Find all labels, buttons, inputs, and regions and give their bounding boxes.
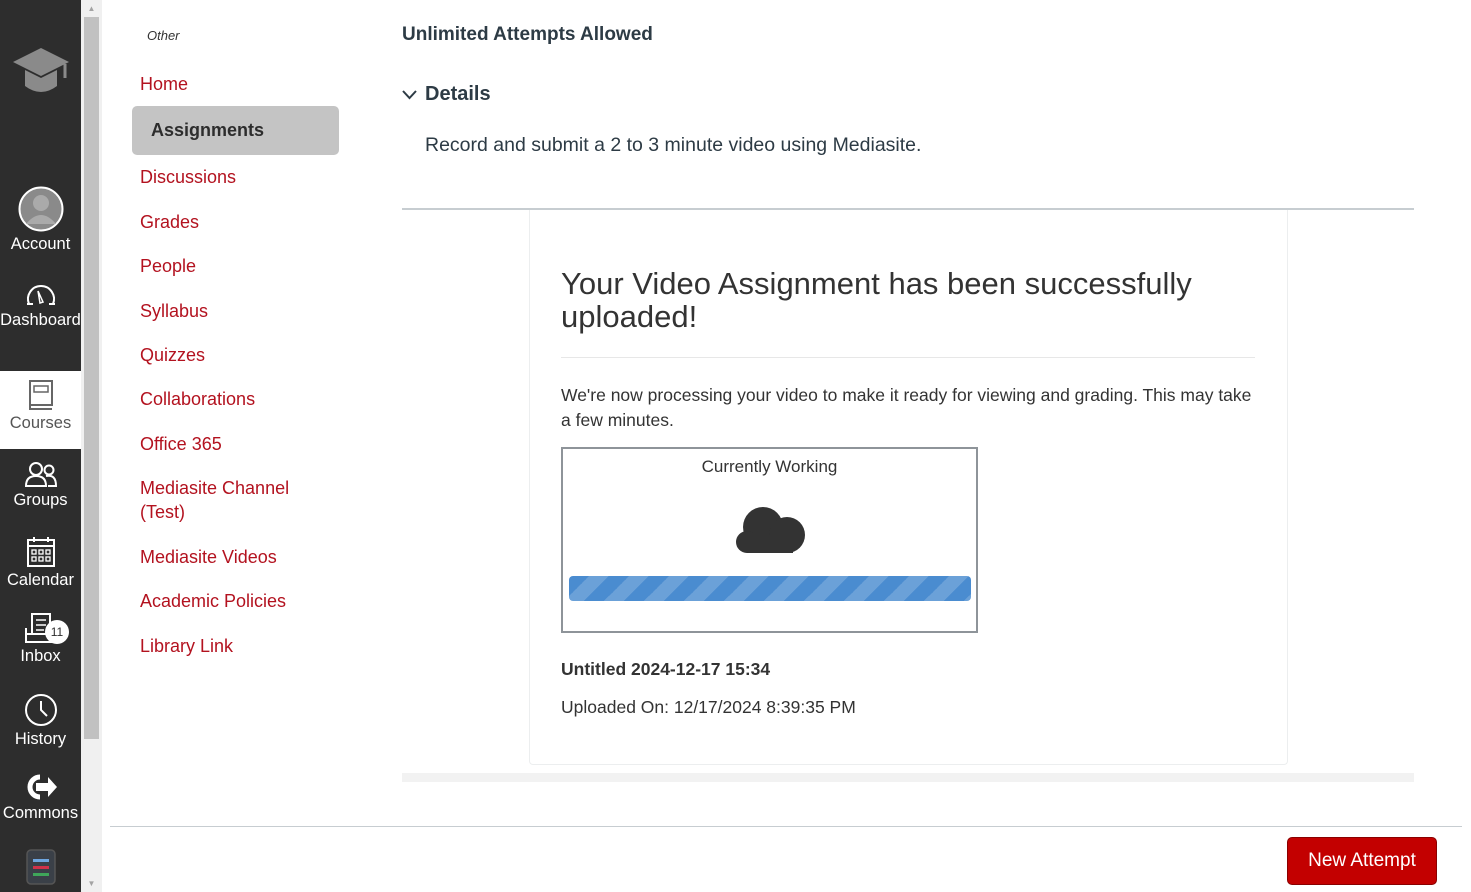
new-attempt-button[interactable]: New Attempt xyxy=(1287,837,1437,885)
gnav-dashboard[interactable]: Dashboard xyxy=(0,280,81,370)
gnav-groups[interactable]: Groups xyxy=(0,460,81,530)
book-icon xyxy=(28,380,53,410)
course-nav-syllabus[interactable]: Syllabus xyxy=(140,299,208,323)
gnav-history[interactable]: History xyxy=(0,693,81,763)
upload-progress-bar xyxy=(569,576,971,601)
calendar-icon xyxy=(26,537,55,567)
clock-icon xyxy=(24,694,57,726)
speedometer-icon xyxy=(26,285,55,305)
course-nav-mediasite-videos[interactable]: Mediasite Videos xyxy=(140,545,277,569)
app-menu-icon xyxy=(25,849,56,885)
cloud-icon xyxy=(736,507,805,553)
scroll-thumb[interactable] xyxy=(84,17,99,739)
gnav-label: Commons xyxy=(2,804,79,822)
gnav-label: Inbox xyxy=(20,647,61,665)
course-nav-people[interactable]: People xyxy=(140,254,196,278)
gnav-label: Account xyxy=(10,235,71,253)
divider xyxy=(561,357,1255,358)
gnav-label: Dashboard xyxy=(0,311,81,329)
uploaded-on-timestamp: Uploaded On: 12/17/2024 8:39:35 PM xyxy=(561,697,856,717)
course-nav-home[interactable]: Home xyxy=(140,72,188,96)
course-nav-quizzes[interactable]: Quizzes xyxy=(140,343,205,367)
status-box: Currently Working xyxy=(561,447,978,633)
video-title: Untitled 2024-12-17 15:34 xyxy=(561,659,771,679)
gnav-commons[interactable]: Commons xyxy=(0,773,81,843)
details-toggle[interactable]: Details xyxy=(402,83,491,106)
logo[interactable] xyxy=(0,40,81,110)
course-nav-collaborations[interactable]: Collaborations xyxy=(140,387,255,411)
course-nav-office-365[interactable]: Office 365 xyxy=(140,432,222,456)
gnav-label: Calendar xyxy=(7,571,74,589)
inbox-badge: 11 xyxy=(45,620,69,644)
content-bottom-bar xyxy=(402,773,1414,782)
gnav-label: Courses xyxy=(9,414,72,432)
graduation-cap-icon xyxy=(12,48,69,92)
course-nav-mediasite-channel[interactable]: Mediasite Channel (Test) xyxy=(140,476,310,524)
chevron-down-icon xyxy=(402,89,417,99)
commons-icon xyxy=(27,774,57,800)
processing-description: We're now processing your video to make … xyxy=(561,385,1252,430)
gnav-inbox[interactable]: 11 Inbox xyxy=(0,612,81,682)
gnav-app-menu[interactable] xyxy=(0,849,81,889)
details-text: Record and submit a 2 to 3 minute video … xyxy=(425,134,922,156)
scroll-down-arrow-icon[interactable]: ▼ xyxy=(81,875,102,892)
course-nav-discussions[interactable]: Discussions xyxy=(140,165,236,189)
page-scrollbar[interactable]: ▲ ▼ xyxy=(81,0,102,892)
gnav-label: History xyxy=(14,730,67,748)
course-nav-library-link[interactable]: Library Link xyxy=(140,634,233,658)
course-nav-grades[interactable]: Grades xyxy=(140,210,199,234)
gnav-account[interactable]: Account xyxy=(0,186,81,256)
gnav-calendar[interactable]: Calendar xyxy=(0,536,81,606)
users-icon xyxy=(24,462,57,487)
scroll-up-arrow-icon[interactable]: ▲ xyxy=(81,0,102,17)
gnav-courses[interactable]: Courses xyxy=(0,371,81,449)
course-nav-assignments[interactable]: Assignments xyxy=(132,106,339,155)
gnav-label: Groups xyxy=(13,491,68,509)
global-nav: Account Dashboard Courses Groups Calenda… xyxy=(0,0,81,892)
footer-divider xyxy=(110,826,1462,827)
details-label: Details xyxy=(425,83,491,105)
attempts-label: Unlimited Attempts Allowed xyxy=(402,24,653,45)
user-avatar-icon xyxy=(18,186,63,232)
status-label: Currently Working xyxy=(701,457,838,476)
course-nav-academic-policies[interactable]: Academic Policies xyxy=(140,589,286,613)
upload-success-title: Your Video Assignment has been successfu… xyxy=(561,266,1192,334)
course-nav-section-label: Other xyxy=(147,28,180,43)
